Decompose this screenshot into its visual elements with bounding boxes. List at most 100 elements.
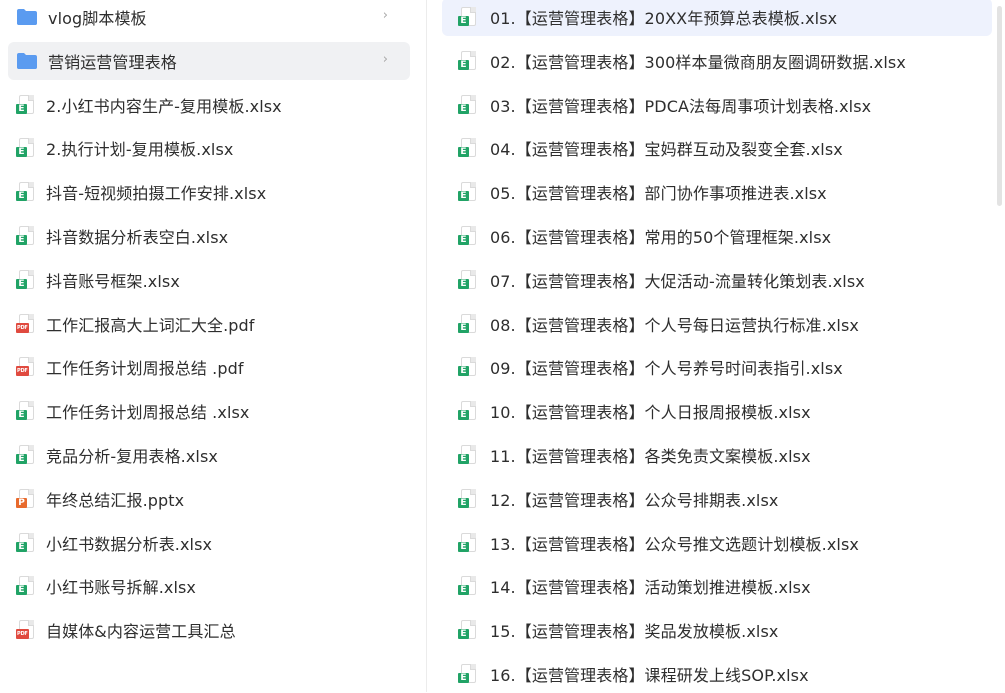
excel-file-icon: E [458, 664, 478, 684]
file-item[interactable]: E 小红书账号拆解.xlsx [8, 567, 410, 605]
item-label: 14.【运营管理表格】活动策划推进模板.xlsx [490, 578, 811, 598]
file-item[interactable]: E 01.【运营管理表格】20XX年预算总表模板.xlsx [442, 0, 992, 36]
item-label: vlog脚本模板 [48, 9, 147, 28]
item-label: 年终总结汇报.pptx [46, 490, 185, 510]
excel-file-icon: E [458, 269, 478, 290]
item-label: 工作汇报高大上词汇大全.pdf [46, 315, 255, 335]
chevron-right-icon: › [382, 51, 388, 67]
item-label: 工作任务计划周报总结 .pdf [46, 359, 244, 379]
file-item[interactable]: E 06.【运营管理表格】常用的50个管理框架.xlsx [442, 217, 992, 255]
excel-file-icon: E [458, 357, 478, 377]
excel-file-icon: E [458, 226, 478, 246]
excel-file-icon: E [16, 138, 36, 158]
item-label: 08.【运营管理表格】个人号每日运营执行标准.xlsx [490, 315, 859, 335]
excel-file-icon: E [16, 226, 36, 246]
ppt-file-icon: P [16, 488, 36, 509]
scroll-thumb[interactable] [997, 6, 1002, 206]
file-item[interactable]: P 年终总结汇报.pptx [8, 480, 410, 518]
item-label: 2.执行计划-复用模板.xlsx [46, 140, 234, 160]
chevron-right-icon: › [382, 8, 388, 23]
file-item[interactable]: E 竞品分析-复用表格.xlsx [8, 436, 410, 474]
file-item[interactable]: E 09.【运营管理表格】个人号养号时间表指引.xlsx [442, 348, 992, 386]
file-list-pane: E 01.【运营管理表格】20XX年预算总表模板.xlsx E 02.【运营管理表格】… [428, 0, 993, 692]
item-label: 工作任务计划周报总结 .xlsx [46, 403, 250, 423]
item-label: 抖音账号框架.xlsx [46, 271, 180, 291]
file-item[interactable]: E 04.【运营管理表格】宝妈群互动及裂变全套.xlsx [442, 129, 992, 167]
item-label: 抖音-短视频拍摄工作安排.xlsx [46, 184, 267, 204]
excel-file-icon: E [458, 138, 478, 158]
excel-file-icon: E [458, 401, 478, 421]
file-item[interactable]: E 抖音账号框架.xlsx [8, 261, 410, 299]
pane-divider[interactable] [426, 0, 427, 692]
excel-file-icon: E [16, 94, 36, 115]
item-label: 10.【运营管理表格】个人日报周报模板.xlsx [490, 403, 811, 423]
excel-file-icon: E [16, 182, 36, 202]
file-item[interactable]: E 03.【运营管理表格】PDCA法每周事项计划表格.xlsx [442, 86, 992, 124]
item-label: 09.【运营管理表格】个人号养号时间表指引.xlsx [490, 359, 843, 379]
folder-tree-pane: vlog脚本模板 › 营销运营管理表格 › E 2.小红书内容生产-复用模板.xlsx E 2… [0, 0, 424, 692]
folder-item[interactable]: vlog脚本模板 › [8, 0, 410, 36]
item-label: 07.【运营管理表格】大促活动-流量转化策划表.xlsx [490, 271, 865, 291]
excel-file-icon: E [458, 7, 478, 27]
item-label: 12.【运营管理表格】公众号排期表.xlsx [490, 490, 779, 510]
scrollbar[interactable] [995, 0, 1005, 692]
excel-file-icon: E [458, 576, 478, 596]
file-item[interactable]: E 11.【运营管理表格】各类免责文案模板.xlsx [442, 436, 992, 474]
excel-file-icon: E [16, 445, 36, 465]
pdf-file-icon: PDF [16, 313, 36, 334]
item-label: 02.【运营管理表格】300样本量微商朋友圈调研数据.xlsx [490, 52, 906, 72]
file-item[interactable]: PDF 工作任务计划周报总结 .pdf [8, 348, 410, 386]
file-item[interactable]: E 16.【运营管理表格】课程研发上线SOP.xlsx [442, 655, 992, 693]
folder-icon [16, 7, 38, 27]
excel-file-icon: E [16, 576, 36, 596]
file-item[interactable]: E 05.【运营管理表格】部门协作事项推进表.xlsx [442, 173, 992, 211]
excel-file-icon: E [458, 50, 478, 71]
item-label: 竞品分析-复用表格.xlsx [46, 447, 218, 466]
file-item[interactable]: E 抖音-短视频拍摄工作安排.xlsx [8, 173, 410, 211]
file-item[interactable]: E 10.【运营管理表格】个人日报周报模板.xlsx [442, 392, 992, 430]
excel-file-icon: E [458, 182, 478, 202]
item-label: 小红书账号拆解.xlsx [46, 578, 197, 598]
item-label: 04.【运营管理表格】宝妈群互动及裂变全套.xlsx [490, 140, 843, 160]
file-item[interactable]: E 工作任务计划周报总结 .xlsx [8, 392, 410, 430]
item-label: 13.【运营管理表格】公众号推文选题计划模板.xlsx [490, 534, 859, 554]
file-item[interactable]: E 07.【运营管理表格】大促活动-流量转化策划表.xlsx [442, 261, 992, 299]
item-label: 16.【运营管理表格】课程研发上线SOP.xlsx [490, 666, 809, 685]
item-label: 营销运营管理表格 [48, 52, 177, 72]
file-item[interactable]: E 小红书数据分析表.xlsx [8, 524, 410, 562]
excel-file-icon: E [16, 269, 36, 290]
file-item[interactable]: E 抖音数据分析表空白.xlsx [8, 217, 410, 255]
pdf-file-icon: PDF [16, 620, 36, 640]
item-label: 抖音数据分析表空白.xlsx [46, 228, 229, 247]
folder-icon [16, 51, 38, 71]
folder-item[interactable]: 营销运营管理表格 › [8, 41, 410, 80]
pdf-file-icon: PDF [16, 357, 36, 377]
file-item[interactable]: PDF 自媒体&内容运营工具汇总 [8, 611, 410, 649]
excel-file-icon: E [458, 313, 478, 334]
item-label: 03.【运营管理表格】PDCA法每周事项计划表格.xlsx [490, 96, 872, 116]
excel-file-icon: E [458, 445, 478, 465]
excel-file-icon: E [16, 532, 36, 553]
excel-file-icon: E [458, 94, 478, 115]
excel-file-icon: E [458, 620, 478, 640]
item-label: 小红书数据分析表.xlsx [46, 534, 213, 554]
file-item[interactable]: E 14.【运营管理表格】活动策划推进模板.xlsx [442, 567, 992, 605]
file-item[interactable]: PDF 工作汇报高大上词汇大全.pdf [8, 305, 410, 343]
excel-file-icon: E [458, 488, 478, 509]
excel-file-icon: E [16, 401, 36, 421]
excel-file-icon: E [458, 532, 478, 553]
item-label: 05.【运营管理表格】部门协作事项推进表.xlsx [490, 184, 827, 204]
file-item[interactable]: E 02.【运营管理表格】300样本量微商朋友圈调研数据.xlsx [442, 42, 992, 80]
item-label: 11.【运营管理表格】各类免责文案模板.xlsx [490, 447, 811, 466]
item-label: 01.【运营管理表格】20XX年预算总表模板.xlsx [490, 9, 838, 28]
file-item[interactable]: E 12.【运营管理表格】公众号排期表.xlsx [442, 480, 992, 518]
item-label: 自媒体&内容运营工具汇总 [46, 622, 236, 642]
item-label: 2.小红书内容生产-复用模板.xlsx [46, 96, 282, 116]
file-item[interactable]: E 2.执行计划-复用模板.xlsx [8, 129, 410, 167]
file-item[interactable]: E 15.【运营管理表格】奖品发放模板.xlsx [442, 611, 992, 649]
file-item[interactable]: E 08.【运营管理表格】个人号每日运营执行标准.xlsx [442, 305, 992, 343]
file-item[interactable]: E 2.小红书内容生产-复用模板.xlsx [8, 86, 410, 124]
file-item[interactable]: E 13.【运营管理表格】公众号推文选题计划模板.xlsx [442, 524, 992, 562]
item-label: 06.【运营管理表格】常用的50个管理框架.xlsx [490, 228, 832, 247]
item-label: 15.【运营管理表格】奖品发放模板.xlsx [490, 622, 779, 642]
